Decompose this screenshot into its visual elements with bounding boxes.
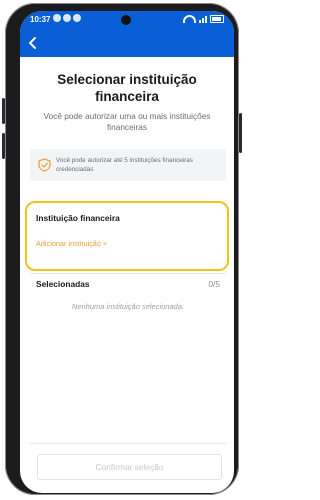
footer-divider <box>30 443 226 444</box>
app-header: 10:37 <box>20 11 234 57</box>
page-title: Selecionar instituição financeira <box>57 72 197 104</box>
selected-label: Selecionadas <box>36 279 90 289</box>
info-banner: Você pode autorizar até 5 instituições f… <box>30 149 226 181</box>
notification-icon <box>73 14 81 22</box>
status-time: 10:37 <box>30 15 51 24</box>
chevron-left-icon <box>29 37 36 49</box>
phone-side-button <box>239 113 242 153</box>
status-bar: 10:37 <box>20 11 234 29</box>
institution-section-highlight <box>25 201 229 271</box>
phone-side-button <box>2 98 5 124</box>
app-screen: 10:37 Selecionar instituição financeira … <box>20 11 234 493</box>
phone-side-button <box>2 133 5 159</box>
front-camera <box>121 15 131 25</box>
empty-state-text: Nenhuma instituição selecionada. <box>71 302 185 311</box>
page-subtitle: Você pode autorizar uma ou mais institui… <box>43 111 211 132</box>
shield-check-icon <box>38 158 51 172</box>
signal-icon <box>199 15 207 23</box>
battery-icon <box>210 15 224 23</box>
notification-icon <box>63 14 71 22</box>
institution-label: Instituição financeira <box>36 213 120 223</box>
selected-count: 0/5 <box>208 279 220 289</box>
phone-frame: 10:37 Selecionar instituição financeira … <box>2 3 242 495</box>
divider <box>30 273 226 274</box>
notification-icon <box>53 14 61 22</box>
confirm-selection-button[interactable]: Confirmar seleção <box>37 454 222 480</box>
info-text: Você pode autorizar até 5 instituições f… <box>56 157 193 173</box>
system-icons <box>183 15 224 23</box>
back-button[interactable] <box>26 36 40 50</box>
add-institution-link[interactable]: Adicionar instituição + <box>36 239 107 248</box>
wifi-icon <box>183 15 196 23</box>
notification-icons <box>53 14 81 22</box>
